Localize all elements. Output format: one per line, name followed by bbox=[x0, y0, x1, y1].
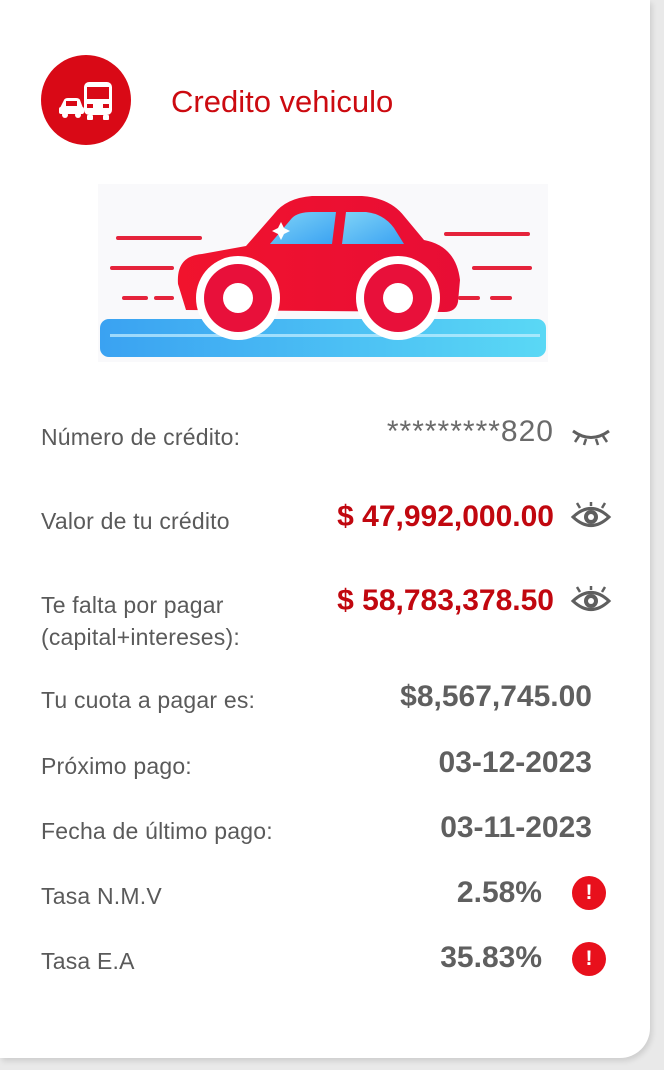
red-car-illustration bbox=[98, 184, 548, 362]
rate-nmv-value: 2.58% bbox=[456, 876, 542, 909]
last-payment-label: Fecha de último pago: bbox=[41, 818, 273, 844]
rate-ea-label: Tasa E.A bbox=[41, 948, 135, 974]
credit-value-amount: $ 47,992,000.00 bbox=[337, 500, 554, 533]
next-payment-value: 03-12-2023 bbox=[438, 746, 592, 779]
vehicle-bus-car-icon bbox=[41, 55, 131, 145]
card-title: Credito vehiculo bbox=[171, 84, 394, 119]
installment-label: Tu cuota a pagar es: bbox=[41, 687, 256, 713]
alert-icon[interactable]: ! bbox=[572, 876, 606, 910]
remaining-amount: $ 58,783,378.50 bbox=[337, 584, 554, 617]
credit-number-label: Número de crédito: bbox=[41, 424, 241, 450]
credit-card: Credito vehiculo Número de crédito: ****… bbox=[0, 0, 650, 1058]
eye-open-icon[interactable] bbox=[570, 586, 612, 616]
eye-closed-icon[interactable] bbox=[570, 418, 612, 448]
rate-ea-value: 35.83% bbox=[440, 941, 542, 974]
last-payment-value: 03-11-2023 bbox=[440, 811, 592, 844]
rate-nmv-label: Tasa N.M.V bbox=[41, 883, 162, 909]
credit-number-value: *********820 bbox=[386, 415, 554, 448]
credit-value-label: Valor de tu crédito bbox=[41, 508, 230, 534]
alert-icon[interactable]: ! bbox=[572, 942, 606, 976]
installment-value: $8,567,745.00 bbox=[400, 680, 592, 713]
next-payment-label: Próximo pago: bbox=[41, 753, 192, 779]
remaining-label-line1: Te falta por pagar bbox=[41, 592, 224, 618]
eye-open-icon[interactable] bbox=[570, 502, 612, 532]
remaining-label-line2: (capital+intereses): bbox=[41, 624, 240, 650]
